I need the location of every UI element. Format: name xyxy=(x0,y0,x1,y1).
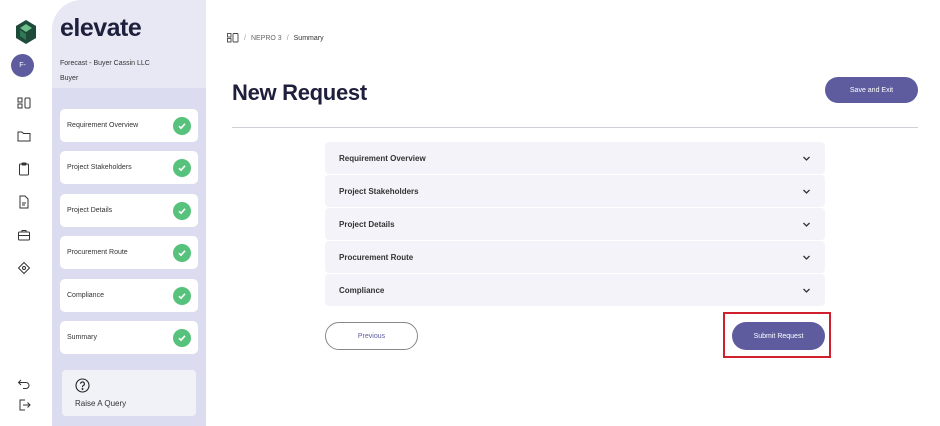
accordion-label: Compliance xyxy=(339,285,385,295)
step-label: Procurement Route xyxy=(67,249,128,256)
accordion-requirement-overview[interactable]: Requirement Overview xyxy=(325,142,825,174)
check-icon xyxy=(173,328,191,347)
logout-icon[interactable] xyxy=(17,398,31,412)
page-title: New Request xyxy=(232,80,367,105)
chevron-down-icon xyxy=(803,222,810,227)
submit-request-button[interactable]: Submit Request xyxy=(732,322,825,350)
accordion-label: Requirement Overview xyxy=(339,153,426,163)
hexagon-logo-icon[interactable] xyxy=(13,19,39,45)
dashboard-icon[interactable] xyxy=(227,33,239,43)
briefcase-icon[interactable] xyxy=(17,228,31,242)
step-label: Compliance xyxy=(67,292,104,299)
clipboard-icon[interactable] xyxy=(17,162,31,176)
step-label: Summary xyxy=(67,334,97,341)
raise-query-label: Raise A Query xyxy=(75,399,127,408)
check-icon xyxy=(173,286,191,305)
step-compliance[interactable]: Compliance xyxy=(60,279,198,312)
step-summary[interactable]: Summary xyxy=(60,321,198,354)
chevron-down-icon xyxy=(803,189,810,194)
accordion-compliance[interactable]: Compliance xyxy=(325,274,825,306)
check-icon xyxy=(173,116,191,135)
chevron-down-icon xyxy=(803,288,810,293)
breadcrumb-separator: / xyxy=(286,34,289,42)
chevron-down-icon xyxy=(803,156,810,161)
icon-rail: F- xyxy=(0,0,52,426)
document-icon[interactable] xyxy=(17,195,31,209)
accordion-label: Project Stakeholders xyxy=(339,186,419,196)
organisation-name: Forecast - Buyer Cassin LLC xyxy=(60,60,150,67)
step-project-stakeholders[interactable]: Project Stakeholders xyxy=(60,151,198,184)
breadcrumb-current: Summary xyxy=(293,34,324,42)
brand-header: elevate Forecast - Buyer Cassin LLC Buye… xyxy=(52,0,206,88)
step-label: Requirement Overview xyxy=(67,122,139,129)
step-label: Project Details xyxy=(67,207,113,214)
user-role: Buyer xyxy=(60,75,79,82)
steps-panel: elevate Forecast - Buyer Cassin LLC Buye… xyxy=(52,0,206,426)
accordion-label: Project Details xyxy=(339,219,395,229)
divider xyxy=(232,127,918,128)
undo-icon[interactable] xyxy=(17,376,31,390)
accordion-procurement-route[interactable]: Procurement Route xyxy=(325,241,825,273)
tag-icon[interactable] xyxy=(17,261,31,275)
raise-query-button[interactable]: Raise A Query xyxy=(62,370,196,416)
step-requirement-overview[interactable]: Requirement Overview xyxy=(60,109,198,142)
save-and-exit-button[interactable]: Save and Exit xyxy=(825,77,918,103)
breadcrumb: / NEPRO 3 / Summary xyxy=(227,33,324,43)
check-icon xyxy=(173,158,191,177)
step-label: Project Stakeholders xyxy=(67,164,132,171)
previous-button[interactable]: Previous xyxy=(325,322,418,350)
accordion-project-details[interactable]: Project Details xyxy=(325,208,825,240)
check-icon xyxy=(173,243,191,262)
accordion-project-stakeholders[interactable]: Project Stakeholders xyxy=(325,175,825,207)
question-icon xyxy=(75,378,90,393)
accordion-label: Procurement Route xyxy=(339,252,414,262)
breadcrumb-project-link[interactable]: NEPRO 3 xyxy=(251,35,282,42)
step-project-details[interactable]: Project Details xyxy=(60,194,198,227)
folder-icon[interactable] xyxy=(17,129,31,143)
chevron-down-icon xyxy=(803,255,810,260)
avatar[interactable]: F- xyxy=(11,54,34,77)
dashboard-icon[interactable] xyxy=(17,96,31,110)
breadcrumb-separator: / xyxy=(244,34,246,42)
brand-logo-text: elevate xyxy=(60,14,142,42)
step-procurement-route[interactable]: Procurement Route xyxy=(60,236,198,269)
check-icon xyxy=(173,201,191,220)
